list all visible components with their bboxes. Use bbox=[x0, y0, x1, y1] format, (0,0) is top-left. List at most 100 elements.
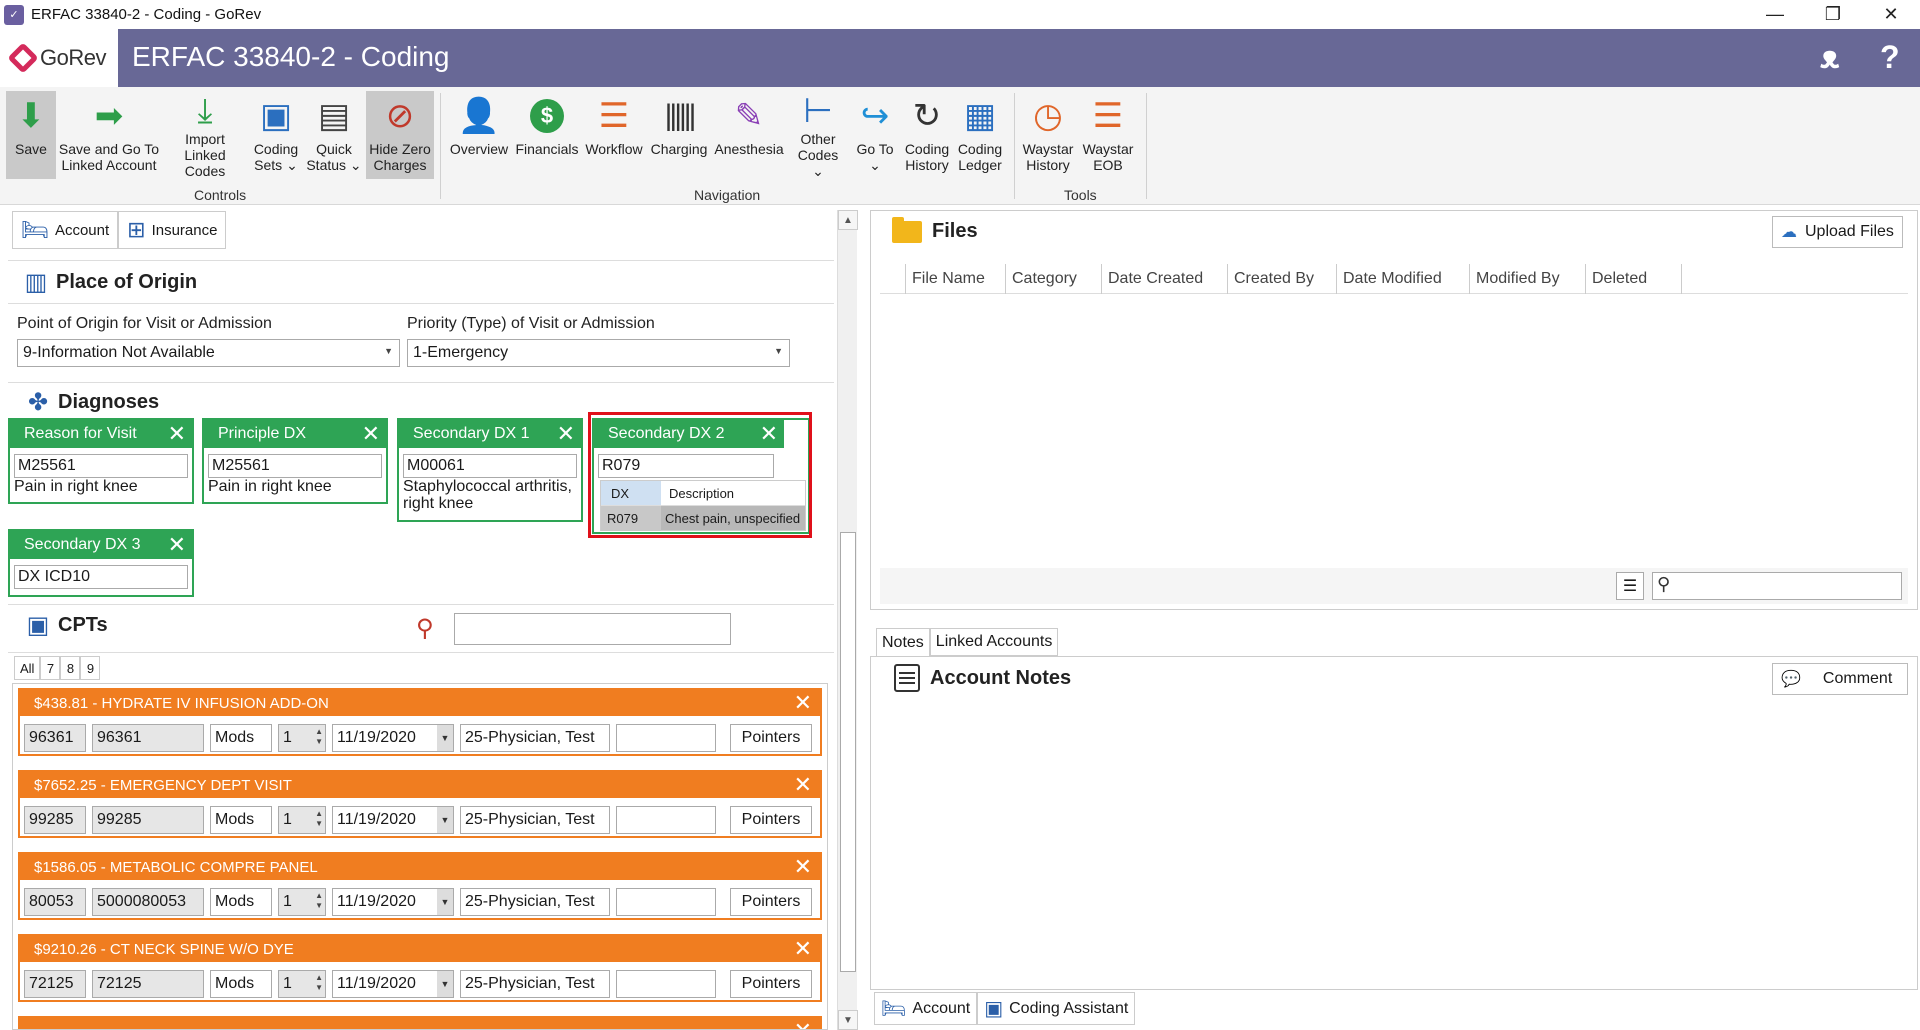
scroll-down-icon[interactable]: ▼ bbox=[838, 1010, 858, 1030]
quantity-stepper[interactable]: 1 ▲ ▼ bbox=[278, 970, 326, 998]
financials-button[interactable]: $ Financials bbox=[514, 91, 580, 179]
service-date-picker[interactable]: 11/19/2020 ▼ bbox=[332, 806, 454, 834]
remove-icon[interactable]: ✕ bbox=[794, 936, 812, 962]
provider-field[interactable]: 25-Physician, Test bbox=[460, 970, 610, 998]
tab-account-bottom[interactable]: 🛏 Account bbox=[874, 992, 978, 1025]
provider-field[interactable]: 25-Physician, Test bbox=[460, 888, 610, 916]
chevron-down-icon[interactable]: ▼ bbox=[437, 889, 453, 915]
cpt-code-field[interactable]: 99285 bbox=[24, 806, 86, 834]
cpt-code-field[interactable]: 72125 bbox=[24, 970, 86, 998]
column-header[interactable]: File Name bbox=[906, 264, 1006, 294]
quantity-stepper[interactable]: 1 ▲ ▼ bbox=[278, 806, 326, 834]
cpt-extra-field[interactable] bbox=[616, 970, 716, 998]
charging-button[interactable]: |||||| Charging bbox=[648, 91, 710, 179]
point-of-origin-select[interactable]: 9-Information Not Available ▼ bbox=[17, 339, 400, 367]
mods-button[interactable]: Mods bbox=[210, 888, 272, 916]
pointers-button[interactable]: Pointers bbox=[730, 806, 812, 834]
mods-button[interactable]: Mods bbox=[210, 724, 272, 752]
search-icon[interactable]: ⚲ bbox=[416, 614, 434, 643]
dx-code-input[interactable]: M25561 bbox=[208, 454, 382, 478]
minimize-button[interactable]: — bbox=[1746, 0, 1804, 29]
pointers-button[interactable]: Pointers bbox=[730, 970, 812, 998]
remove-icon[interactable]: ✕ bbox=[168, 532, 186, 558]
remove-icon[interactable]: ✕ bbox=[794, 1018, 812, 1029]
quick-status-button[interactable]: ▤ Quick Status ⌄ bbox=[306, 91, 362, 179]
cpt-code-field[interactable]: 80053 bbox=[24, 888, 86, 916]
remove-icon[interactable]: ✕ bbox=[557, 421, 575, 447]
tab-notes[interactable]: Notes bbox=[876, 628, 930, 656]
cpt-charge-code-field[interactable]: 96361 bbox=[92, 724, 204, 752]
dx-code-input[interactable]: DX ICD10 bbox=[14, 565, 188, 589]
restore-button[interactable]: ❐ bbox=[1804, 0, 1862, 29]
cpt-extra-field[interactable] bbox=[616, 806, 716, 834]
user-assist-icon[interactable]: ᴥ bbox=[1820, 39, 1840, 76]
upload-files-button[interactable]: ☁ Upload Files bbox=[1772, 216, 1903, 248]
tab-linked-accounts[interactable]: Linked Accounts bbox=[929, 628, 1059, 656]
dx-code-input[interactable]: M25561 bbox=[14, 454, 188, 478]
pointers-button[interactable]: Pointers bbox=[730, 724, 812, 752]
chevron-down-icon[interactable]: ▼ bbox=[437, 971, 453, 997]
spinner-icon[interactable]: ▲ ▼ bbox=[315, 727, 323, 747]
remove-icon[interactable]: ✕ bbox=[362, 421, 380, 447]
comment-button[interactable]: 💬 Comment bbox=[1772, 663, 1908, 695]
cpt-charge-code-field[interactable]: 72125 bbox=[92, 970, 204, 998]
overview-button[interactable]: 👤 Overview bbox=[448, 91, 510, 179]
waystar-history-button[interactable]: ◷ Waystar History bbox=[1020, 91, 1076, 179]
remove-icon[interactable]: ✕ bbox=[168, 421, 186, 447]
help-icon[interactable]: ? bbox=[1880, 39, 1900, 76]
scroll-up-icon[interactable]: ▲ bbox=[838, 210, 858, 230]
list-menu-icon[interactable]: ☰ bbox=[1616, 572, 1644, 600]
filter-tab-7[interactable]: 7 bbox=[40, 656, 61, 680]
mods-button[interactable]: Mods bbox=[210, 806, 272, 834]
coding-sets-button[interactable]: ▣ Coding Sets ⌄ bbox=[250, 91, 302, 179]
filter-tab-8[interactable]: 8 bbox=[60, 656, 81, 680]
spinner-icon[interactable]: ▲ ▼ bbox=[315, 973, 323, 993]
service-date-picker[interactable]: 11/19/2020 ▼ bbox=[332, 970, 454, 998]
coding-ledger-button[interactable]: ▦ Coding Ledger bbox=[954, 91, 1006, 179]
pointers-button[interactable]: Pointers bbox=[730, 888, 812, 916]
files-search-input[interactable]: ⚲ bbox=[1652, 572, 1902, 600]
column-header[interactable]: Date Created bbox=[1102, 264, 1228, 294]
coding-history-button[interactable]: ↻ Coding History bbox=[902, 91, 952, 179]
gorev-logo[interactable]: GoRev bbox=[0, 29, 118, 87]
service-date-picker[interactable]: 11/19/2020 ▼ bbox=[332, 888, 454, 916]
filter-tab-9[interactable]: 9 bbox=[80, 656, 101, 680]
workflow-button[interactable]: ☰ Workflow bbox=[582, 91, 646, 179]
cpt-charge-code-field[interactable]: 99285 bbox=[92, 806, 204, 834]
anesthesia-button[interactable]: ✎ Anesthesia bbox=[712, 91, 786, 179]
tab-account[interactable]: 🛏 Account bbox=[12, 211, 119, 249]
tab-coding-assistant[interactable]: ▣ Coding Assistant bbox=[977, 992, 1136, 1025]
cpt-extra-field[interactable] bbox=[616, 888, 716, 916]
close-button[interactable]: ✕ bbox=[1862, 0, 1920, 29]
column-header[interactable]: Modified By bbox=[1470, 264, 1586, 294]
column-header[interactable]: Created By bbox=[1228, 264, 1337, 294]
save-go-linked-button[interactable]: ➡ Save and Go To Linked Account bbox=[58, 91, 160, 179]
quantity-stepper[interactable]: 1 ▲ ▼ bbox=[278, 888, 326, 916]
hide-zero-charges-button[interactable]: ⊘ Hide Zero Charges bbox=[366, 91, 434, 179]
spinner-icon[interactable]: ▲ ▼ bbox=[315, 809, 323, 829]
remove-icon[interactable]: ✕ bbox=[794, 854, 812, 880]
goto-button[interactable]: ↪ Go To ⌄ bbox=[850, 91, 900, 179]
provider-field[interactable]: 25-Physician, Test bbox=[460, 724, 610, 752]
other-codes-button[interactable]: ⊢ Other Codes ⌄ bbox=[790, 91, 846, 179]
priority-select[interactable]: 1-Emergency ▼ bbox=[407, 339, 790, 367]
provider-field[interactable]: 25-Physician, Test bbox=[460, 806, 610, 834]
column-header[interactable]: Category bbox=[1006, 264, 1102, 294]
chevron-down-icon[interactable]: ▼ bbox=[437, 725, 453, 751]
spinner-icon[interactable]: ▲ ▼ bbox=[315, 891, 323, 911]
service-date-picker[interactable]: 11/19/2020 ▼ bbox=[332, 724, 454, 752]
remove-icon[interactable]: ✕ bbox=[794, 772, 812, 798]
filter-tab-all[interactable]: All bbox=[14, 656, 41, 680]
chevron-down-icon[interactable]: ▼ bbox=[437, 807, 453, 833]
cpt-extra-field[interactable] bbox=[616, 724, 716, 752]
save-button[interactable]: ⬇ Save bbox=[6, 91, 56, 179]
cpt-search-input[interactable] bbox=[454, 613, 731, 645]
column-header[interactable]: Deleted bbox=[1586, 264, 1682, 294]
dx-code-input[interactable]: M00061 bbox=[403, 454, 577, 478]
remove-icon[interactable]: ✕ bbox=[794, 690, 812, 716]
cpt-code-field[interactable]: 96361 bbox=[24, 724, 86, 752]
left-scrollbar[interactable]: ▲ ▼ bbox=[837, 210, 858, 1030]
waystar-eob-button[interactable]: ☰ Waystar EOB bbox=[1080, 91, 1136, 179]
import-linked-codes-button[interactable]: ⤓ Import Linked Codes bbox=[164, 91, 246, 179]
cpt-charge-code-field[interactable]: 5000080053 bbox=[92, 888, 204, 916]
